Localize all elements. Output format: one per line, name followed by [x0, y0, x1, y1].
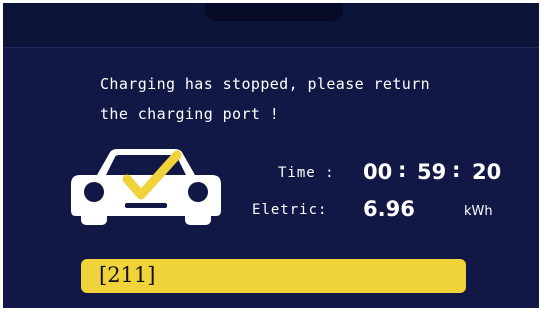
electric-value: 6.96 [363, 197, 415, 221]
car-headlight-left [84, 182, 104, 202]
time-label: Time : [278, 165, 335, 181]
message-line-2: the charging port ! [100, 105, 280, 123]
time-separator-1: : [398, 158, 407, 182]
car-headlight-right [188, 182, 208, 202]
car-grille [125, 203, 167, 208]
message-line-1: Charging has stopped, please return [100, 75, 431, 93]
charging-stopped-message: Charging has stopped, please return the … [100, 69, 500, 129]
top-bar [3, 3, 539, 48]
time-minutes: 59 [417, 160, 447, 184]
status-code-bar: [211] [81, 259, 466, 293]
time-separator-2: : [452, 158, 461, 182]
time-seconds: 20 [472, 160, 502, 184]
top-notch [205, 3, 343, 21]
electric-label: Eletric: [252, 202, 328, 218]
status-code: [211] [99, 263, 156, 287]
time-hours: 00 [363, 160, 393, 184]
charging-screen: Charging has stopped, please return the … [3, 3, 539, 308]
electric-unit: kWh [464, 204, 493, 219]
car-icon [71, 149, 221, 225]
